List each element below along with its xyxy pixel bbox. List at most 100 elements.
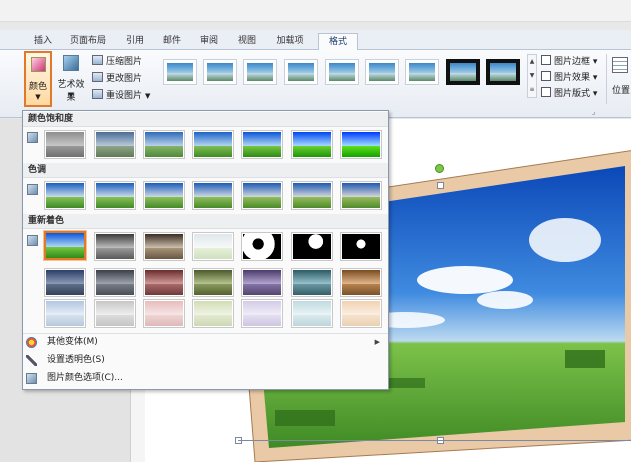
- position-button[interactable]: 位置: [612, 57, 631, 97]
- more-variations-label: 其他变体(M): [47, 337, 98, 347]
- recolor-light-thumb-2[interactable]: [143, 299, 185, 328]
- selection-outline: [238, 440, 631, 441]
- position-icon: [612, 57, 628, 73]
- picture-style-thumb[interactable]: [486, 59, 520, 85]
- recolor-dark-thumb-6[interactable]: [340, 268, 382, 297]
- recolor-thumb-6[interactable]: [340, 232, 382, 261]
- recolor-light-thumb-6[interactable]: [340, 299, 382, 328]
- color-icon: [31, 57, 46, 72]
- reset-picture-label: 重设图片: [106, 91, 143, 101]
- picture-style-thumb[interactable]: [405, 59, 439, 85]
- saturation-thumb-6[interactable]: [340, 130, 382, 159]
- saturation-thumb-4[interactable]: [241, 130, 283, 159]
- recolor-dark-thumb-1[interactable]: [94, 268, 136, 297]
- effects-icon: [541, 71, 551, 81]
- menu-item-more-variations[interactable]: 其他变体(M) ▶: [23, 334, 388, 351]
- saturation-thumb-0[interactable]: [44, 130, 86, 159]
- recolor-light-thumb-3[interactable]: [192, 299, 234, 328]
- window-top-band: [0, 0, 631, 22]
- tone-thumb-6[interactable]: [340, 181, 382, 210]
- recolor-thumb-1[interactable]: [94, 232, 136, 261]
- saturation-icon: [27, 132, 38, 143]
- color-button-label: 颜色: [28, 82, 47, 92]
- saturation-thumb-1[interactable]: [94, 130, 136, 159]
- recolor-dark-thumb-2[interactable]: [143, 268, 185, 297]
- recolor-dark-thumb-0[interactable]: [44, 268, 86, 297]
- reset-picture-button[interactable]: 重设图片 ▼: [92, 89, 150, 104]
- picture-style-thumb[interactable]: [243, 59, 277, 85]
- picture-style-thumb[interactable]: [284, 59, 318, 85]
- submenu-arrow-icon: ▶: [374, 338, 380, 346]
- recolor-light-thumb-1[interactable]: [94, 299, 136, 328]
- saturation-heading: 颜色饱和度: [23, 112, 388, 127]
- tone-thumb-2[interactable]: [143, 181, 185, 210]
- picture-border-button[interactable]: 图片边框 ▾: [541, 55, 597, 70]
- chevron-down-icon: ▼: [35, 93, 41, 101]
- tone-thumb-1[interactable]: [94, 181, 136, 210]
- recolor-light-thumb-4[interactable]: [241, 299, 283, 328]
- chevron-down-icon: ▼: [68, 91, 74, 99]
- picture-border-label: 图片边框: [554, 57, 591, 67]
- artistic-effects-label: 艺术效果: [57, 80, 85, 103]
- picture-effects-label: 图片效果: [554, 73, 591, 83]
- recolor-thumb-4[interactable]: [241, 232, 283, 261]
- picture-style-thumb[interactable]: [163, 59, 197, 85]
- change-picture-icon: [92, 72, 103, 82]
- compress-pictures-button[interactable]: 压缩图片: [92, 55, 142, 70]
- recolor-thumb-5[interactable]: [291, 232, 333, 261]
- tone-thumb-0[interactable]: [44, 181, 86, 210]
- recolor-thumb-2[interactable]: [143, 232, 185, 261]
- layout-icon: [541, 87, 551, 97]
- dialog-launcher-icon[interactable]: ⌟: [592, 108, 595, 116]
- tone-thumb-3[interactable]: [192, 181, 234, 210]
- compress-label: 压缩图片: [106, 57, 143, 67]
- recolor-dark-thumb-4[interactable]: [241, 268, 283, 297]
- selection-handle-top[interactable]: [437, 182, 444, 189]
- recolor-dark-thumb-5[interactable]: [291, 268, 333, 297]
- picture-style-thumb[interactable]: [446, 59, 480, 85]
- tab-page-layout[interactable]: 页面布局: [64, 33, 112, 50]
- recolor-dark-thumb-3[interactable]: [192, 268, 234, 297]
- compress-icon: [92, 55, 103, 65]
- saturation-thumb-3[interactable]: [192, 130, 234, 159]
- color-options-icon: [26, 373, 37, 384]
- color-button[interactable]: 颜色 ▼: [24, 51, 52, 107]
- recolor-light-thumb-0[interactable]: [44, 299, 86, 328]
- menu-item-color-options[interactable]: 图片颜色选项(C)...: [23, 370, 388, 387]
- picture-style-thumb[interactable]: [365, 59, 399, 85]
- tab-add-ins[interactable]: 加载项: [270, 33, 310, 50]
- pen-icon: [26, 355, 37, 366]
- set-transparent-label: 设置透明色(S): [47, 355, 105, 365]
- recolor-thumb-0[interactable]: [44, 231, 86, 260]
- menu-item-set-transparent[interactable]: 设置透明色(S): [23, 352, 388, 369]
- tab-format[interactable]: 格式: [318, 33, 358, 51]
- picture-layout-button[interactable]: 图片版式 ▾: [541, 87, 597, 102]
- recolor-heading: 重新着色: [23, 214, 388, 229]
- picture-layout-label: 图片版式: [554, 89, 591, 99]
- color-options-label: 图片颜色选项(C)...: [47, 373, 123, 383]
- picture-style-thumb[interactable]: [203, 59, 237, 85]
- tone-heading: 色调: [23, 163, 388, 178]
- tone-thumb-5[interactable]: [291, 181, 333, 210]
- picture-effects-button[interactable]: 图片效果 ▾: [541, 71, 597, 86]
- saturation-thumb-5[interactable]: [291, 130, 333, 159]
- tone-thumb-4[interactable]: [241, 181, 283, 210]
- tab-references[interactable]: 引用: [120, 33, 150, 50]
- picture-style-thumb[interactable]: [325, 59, 359, 85]
- tab-insert[interactable]: 插入: [28, 33, 58, 50]
- artistic-effects-icon: [63, 55, 79, 71]
- tab-review[interactable]: 审阅: [194, 33, 224, 50]
- color-palette-icon: [26, 337, 37, 348]
- reset-picture-icon: [92, 89, 103, 99]
- tab-view[interactable]: 视图: [232, 33, 262, 50]
- gallery-scrollbar[interactable]: ▲ ▼ ≡: [527, 54, 537, 98]
- recolor-thumb-3[interactable]: [192, 232, 234, 261]
- tab-mailings[interactable]: 邮件: [157, 33, 187, 50]
- recolor-light-thumb-5[interactable]: [291, 299, 333, 328]
- chevron-down-icon: ▼: [145, 92, 151, 100]
- change-picture-button[interactable]: 更改图片: [92, 72, 142, 87]
- saturation-thumb-2[interactable]: [143, 130, 185, 159]
- artistic-effects-button[interactable]: 艺术效果 ▼: [54, 53, 88, 103]
- rotation-handle[interactable]: [435, 164, 444, 173]
- position-label: 位置: [612, 86, 631, 96]
